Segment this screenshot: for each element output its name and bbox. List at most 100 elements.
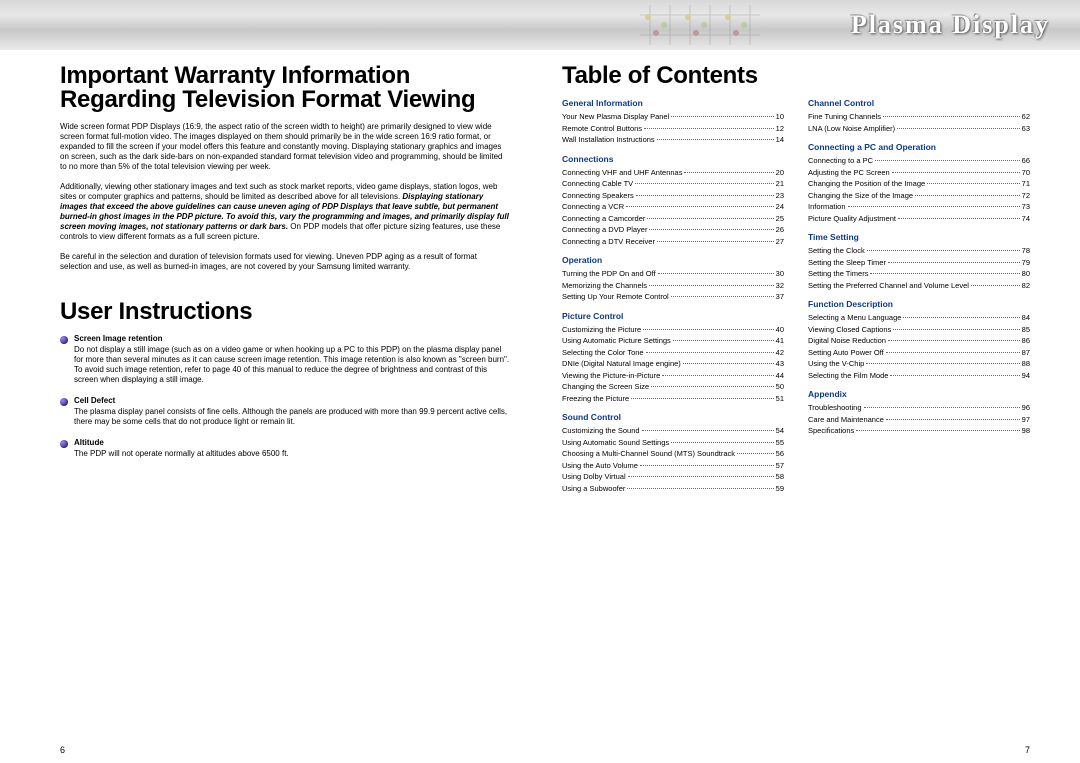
toc-dots [897, 128, 1020, 129]
toc-label: Digital Noise Reduction [808, 337, 886, 345]
toc-dots [866, 363, 1019, 364]
toc-label: Viewing the Picture-in-Picture [562, 372, 660, 380]
toc-page: 44 [776, 372, 784, 380]
page-number-right: 7 [1025, 745, 1030, 755]
toc-item: Using the Auto Volume 57 [562, 462, 784, 470]
toc-item: Picture Quality Adjustment 74 [808, 215, 1030, 223]
page-spread: Important Warranty Information Regarding… [0, 50, 1080, 763]
toc-label: Setting the Timers [808, 270, 868, 278]
toc-item: Selecting a Menu Language 84 [808, 314, 1030, 322]
warranty-p3: Be careful in the selection and duration… [60, 252, 510, 272]
toc-dots [640, 465, 774, 466]
toc-item: Customizing the Picture 40 [562, 326, 784, 334]
toc-label: Fine Tuning Channels [808, 113, 881, 121]
toc-item: Connecting Speakers 23 [562, 192, 784, 200]
toc-label: Setting Auto Power Off [808, 349, 884, 357]
toc-page: 72 [1022, 192, 1030, 200]
header-bar: Plasma Display [0, 0, 1080, 50]
toc-item: Connecting to a PC 66 [808, 157, 1030, 165]
toc-label: Connecting Cable TV [562, 180, 633, 188]
toc-page: 82 [1022, 282, 1030, 290]
toc-dots [657, 241, 774, 242]
toc-section-title: Function Description [808, 299, 1030, 309]
toc-dots [643, 329, 773, 330]
toc-item: Wall Installation Instructions 14 [562, 136, 784, 144]
toc-item: Changing the Size of the Image 72 [808, 192, 1030, 200]
toc-dots [683, 363, 774, 364]
toc-page: 87 [1022, 349, 1030, 357]
toc-label: Information [808, 203, 846, 211]
toc-label: LNA (Low Noise Amplifier) [808, 125, 895, 133]
toc-section-title: Connections [562, 154, 784, 164]
toc-page: 59 [776, 485, 784, 493]
toc-label: Customizing the Picture [562, 326, 641, 334]
toc-page: 40 [776, 326, 784, 334]
toc-section-title: Sound Control [562, 412, 784, 422]
toc-item: Connecting a Camcorder 25 [562, 215, 784, 223]
toc-page: 24 [776, 203, 784, 211]
toc-dots [671, 442, 774, 443]
toc-col-1: General InformationYour New Plasma Displ… [562, 98, 784, 496]
toc-item: Changing the Position of the Image 71 [808, 180, 1030, 188]
toc-page: 55 [776, 439, 784, 447]
toc-page: 21 [776, 180, 784, 188]
toc-dots [642, 430, 774, 431]
toc-item: DNIe (Digital Natural Image engine) 43 [562, 360, 784, 368]
toc-item: Connecting VHF and UHF Antennas 20 [562, 169, 784, 177]
toc-dots [915, 195, 1020, 196]
toc-dots [888, 340, 1020, 341]
toc-label: Remote Control Buttons [562, 125, 642, 133]
warranty-p2: Additionally, viewing other stationary i… [60, 182, 510, 242]
toc-item: Connecting Cable TV 21 [562, 180, 784, 188]
toc-dots [737, 453, 774, 454]
toc-page: 20 [776, 169, 784, 177]
toc-dots [886, 419, 1020, 420]
toc-item: Adjusting the PC Screen 70 [808, 169, 1030, 177]
bullet-icon [60, 336, 68, 344]
toc-dots [631, 398, 774, 399]
toc-item: Setting the Timers 80 [808, 270, 1030, 278]
toc-col-2: Channel ControlFine Tuning Channels 62LN… [808, 98, 1030, 496]
toc-item: Changing the Screen Size 50 [562, 383, 784, 391]
toc-page: 79 [1022, 259, 1030, 267]
toc-dots [658, 273, 774, 274]
toc-label: Adjusting the PC Screen [808, 169, 890, 177]
toc-item: Connecting a VCR 24 [562, 203, 784, 211]
toc-page: 37 [776, 293, 784, 301]
toc-item: Selecting the Color Tone 42 [562, 349, 784, 357]
toc-label: Setting the Preferred Channel and Volume… [808, 282, 969, 290]
toc-page: 30 [776, 270, 784, 278]
toc-label: Specifications [808, 427, 854, 435]
toc-label: Selecting the Film Mode [808, 372, 888, 380]
toc-section-title: Time Setting [808, 232, 1030, 242]
toc-label: Wall Installation Instructions [562, 136, 655, 144]
toc-label: Connecting a DVD Player [562, 226, 647, 234]
user-instructions-heading: User Instructions [60, 300, 510, 324]
toc-item: Memorizing the Channels 32 [562, 282, 784, 290]
toc-page: 32 [776, 282, 784, 290]
toc-page: 98 [1022, 427, 1030, 435]
toc-page: 73 [1022, 203, 1030, 211]
toc-label: Customizing the Sound [562, 427, 640, 435]
toc-item: Using Dolby Virtual 58 [562, 473, 784, 481]
toc-dots [888, 262, 1020, 263]
toc-label: Freezing the Picture [562, 395, 629, 403]
toc-page: 14 [776, 136, 784, 144]
instruction-title: Cell Defect [74, 396, 510, 405]
toc-item: Remote Control Buttons 12 [562, 125, 784, 133]
toc-label: Using Automatic Picture Settings [562, 337, 671, 345]
toc-label: Connecting a DTV Receiver [562, 238, 655, 246]
toc-label: Setting the Clock [808, 247, 865, 255]
toc-label: Troubleshooting [808, 404, 862, 412]
instruction-item: Cell DefectThe plasma display panel cons… [60, 396, 510, 427]
toc-dots [893, 329, 1019, 330]
instruction-item: Screen Image retentionDo not display a s… [60, 334, 510, 385]
toc-label: Choosing a Multi-Channel Sound (MTS) Sou… [562, 450, 735, 458]
toc-page: 80 [1022, 270, 1030, 278]
toc-dots [673, 340, 774, 341]
toc-dots [684, 172, 773, 173]
instruction-list: Screen Image retentionDo not display a s… [60, 334, 510, 459]
warranty-heading: Important Warranty Information Regarding… [60, 64, 510, 112]
bullet-icon [60, 398, 68, 406]
toc-label: Selecting the Color Tone [562, 349, 644, 357]
